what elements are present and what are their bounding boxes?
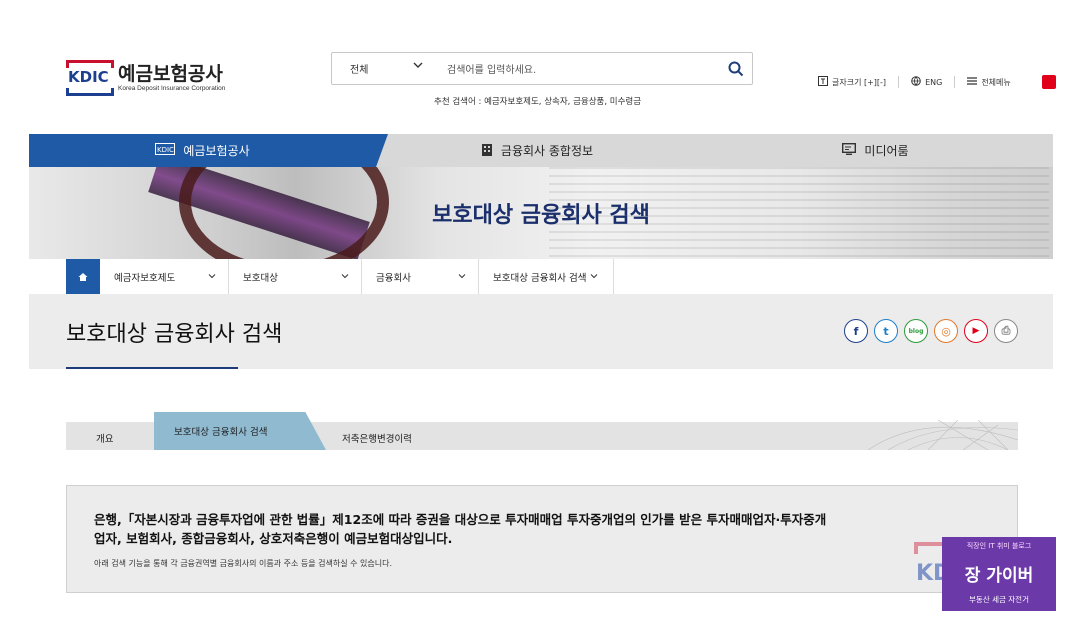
all-menu-label: 전체메뉴 (981, 77, 1011, 87)
print-icon[interactable]: ⎙ (994, 319, 1018, 343)
tab-financial-info[interactable]: 금융회사 종합정보 (376, 134, 698, 167)
tab-search[interactable]: 보호대상 금융회사 검색 (154, 412, 326, 450)
share-buttons: f t blog ◎ ▶ ⎙ (844, 319, 1018, 343)
page-banner: 보호대상 금융회사 검색 (29, 167, 1053, 259)
kdic-icon: KDIC (155, 143, 176, 158)
search-icon[interactable] (720, 61, 752, 77)
globe-icon (911, 76, 921, 88)
menu-icon (967, 77, 978, 87)
chevron-down-icon (341, 271, 349, 282)
twitter-icon[interactable]: t (874, 319, 898, 343)
tab-savings-bank-history[interactable]: 저축은행변경이력 (342, 424, 412, 452)
home-icon (78, 267, 88, 286)
logo-name: 예금보험공사 (118, 63, 223, 85)
watermark-main-text: 장 가이버 (964, 566, 1034, 586)
language-eng-link[interactable]: ENG (899, 76, 956, 88)
search-bar: 전체 검색어를 입력하세요. (331, 52, 753, 85)
chevron-down-icon (413, 61, 423, 76)
breadcrumb-label: 금융회사 (376, 272, 411, 284)
home-button[interactable] (66, 259, 100, 294)
chevron-down-icon (458, 271, 466, 282)
tab-kdic-label: 예금보험공사 (183, 144, 250, 158)
breadcrumb-current[interactable]: 보호대상 금융회사 검색 (479, 259, 614, 294)
watermark-bottom-text: 부동산 세금 자전거 (969, 595, 1029, 604)
banner-title: 보호대상 금융회사 검색 (432, 203, 650, 228)
breadcrumb-financial-company[interactable]: 금융회사 (362, 259, 479, 294)
instagram-icon[interactable]: ◎ (934, 319, 958, 343)
svg-text:KDIC: KDIC (157, 146, 174, 154)
tab-media-room[interactable]: 미디어룸 (698, 134, 1053, 167)
breadcrumb-label: 보호대상 금융회사 검색 (493, 272, 587, 284)
page-title: 보호대상 금융회사 검색 (66, 322, 283, 347)
recommended-keywords[interactable]: 추천 검색어 : 예금자보호제도, 상속자, 금융상품, 미수령금 (434, 95, 641, 107)
facebook-icon[interactable]: f (844, 319, 868, 343)
font-size-control[interactable]: 글자크기 [+][-] (818, 76, 900, 88)
search-input[interactable]: 검색어를 입력하세요. (437, 61, 720, 76)
breadcrumb-label: 예금자보호제도 (114, 272, 176, 284)
main-navigation: KDIC 예금보험공사 금융회사 종합정보 미디어룸 (29, 134, 1053, 167)
info-box: 은행,「자본시장과 금융투자업에 관한 법률」제12조에 따라 증권을 대상으로… (66, 485, 1018, 593)
youtube-channel-icon[interactable] (1042, 75, 1056, 89)
globe-decoration (868, 420, 1018, 450)
kdic-logo-mark: KDIC (66, 60, 114, 96)
utility-menu: 글자크기 [+][-] ENG 전체메뉴 (818, 76, 1023, 88)
breadcrumb-depositor-protection[interactable]: 예금자보호제도 (100, 259, 229, 294)
breadcrumb: 예금자보호제도 보호대상 금융회사 보호대상 금융회사 검색 (66, 259, 614, 294)
blog-icon[interactable]: blog (904, 319, 928, 343)
building-icon (481, 143, 493, 159)
all-menu-button[interactable]: 전체메뉴 (955, 77, 1022, 88)
chevron-down-icon (590, 271, 598, 282)
watermark-top-text: 직장인 IT 취미 블로그 (966, 542, 1032, 550)
search-category-select[interactable]: 전체 (332, 61, 437, 76)
media-icon (842, 142, 857, 158)
info-main-text: 은행,「자본시장과 금융투자업에 관한 법률」제12조에 따라 증권을 대상으로… (94, 512, 827, 546)
youtube-icon[interactable]: ▶ (964, 319, 988, 343)
logo-mark-text: KDIC (68, 68, 109, 86)
info-sub-text: 아래 검색 기능을 통해 각 금융권역별 금융회사의 이름과 주소 등을 검색하… (94, 559, 393, 568)
site-logo[interactable]: KDIC 예금보험공사 Korea Deposit Insurance Corp… (66, 60, 225, 96)
chevron-down-icon (208, 271, 216, 282)
watermark-badge: 직장인 IT 취미 블로그 장 가이버 부동산 세금 자전거 (942, 537, 1056, 611)
tab-media-room-label: 미디어룸 (864, 144, 909, 158)
text-size-icon (818, 76, 828, 88)
font-size-label: 글자크기 [+][-] (832, 77, 887, 87)
language-label: ENG (925, 77, 943, 87)
breadcrumb-protected[interactable]: 보호대상 (229, 259, 362, 294)
tab-kdic[interactable]: KDIC 예금보험공사 (29, 134, 376, 167)
tab-financial-info-label: 금융회사 종합정보 (500, 144, 594, 158)
breadcrumb-label: 보호대상 (243, 272, 278, 284)
sub-tabs: 개요 보호대상 금융회사 검색 저축은행변경이력 (66, 412, 1018, 452)
logo-subtitle: Korea Deposit Insurance Corporation (118, 85, 226, 92)
search-category-value: 전체 (350, 65, 369, 76)
title-underline (66, 367, 238, 369)
tab-overview[interactable]: 개요 (96, 424, 113, 452)
